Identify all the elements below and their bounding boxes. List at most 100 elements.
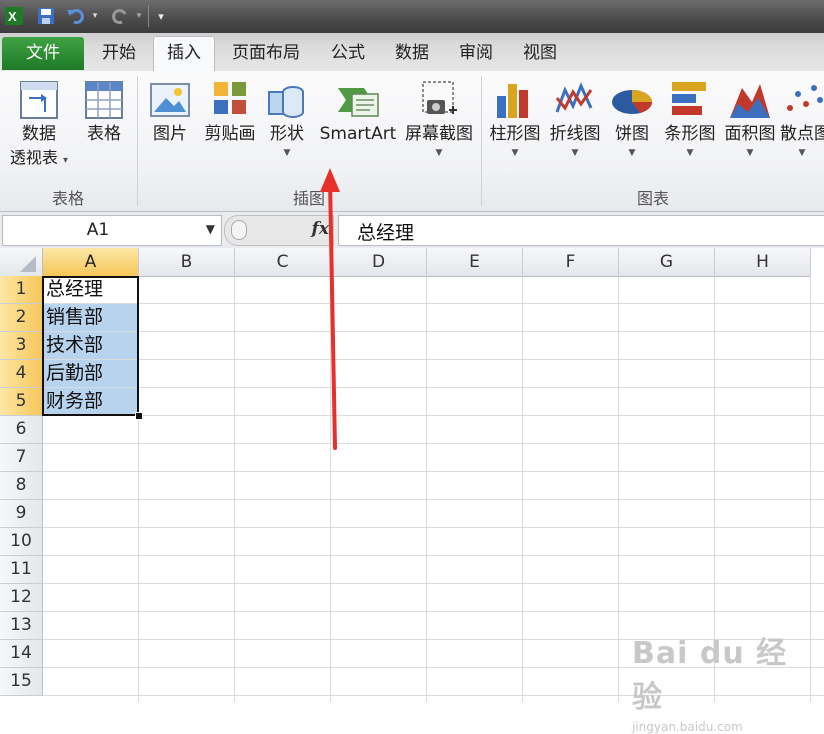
bar-chart-dropdown-icon: ▼: [686, 148, 694, 158]
area-chart-label: 面积图: [724, 124, 776, 144]
svg-text:X: X: [8, 9, 17, 24]
save-icon[interactable]: [34, 5, 58, 27]
line-chart-icon: [553, 78, 597, 122]
name-box-dropdown-icon[interactable]: ▼: [206, 222, 215, 236]
select-all-corner[interactable]: [0, 248, 43, 277]
qa-separator: [148, 5, 149, 27]
column-header-c[interactable]: C: [235, 248, 331, 277]
row-header-13[interactable]: 13: [0, 612, 43, 640]
grid-row-line: [43, 303, 824, 304]
grid-row-line: [43, 499, 824, 500]
row-header-4[interactable]: 4: [0, 360, 43, 388]
insert-function-icon[interactable]: fx: [312, 219, 329, 239]
pie-chart-button[interactable]: 饼图 ▼: [606, 78, 658, 160]
line-chart-label: 折线图: [549, 124, 601, 144]
bar-chart-button[interactable]: 条形图 ▼: [660, 78, 720, 160]
row-header-5[interactable]: 5: [0, 388, 43, 416]
line-chart-dropdown-icon: ▼: [571, 148, 579, 158]
tab-view[interactable]: 视图: [512, 37, 568, 70]
title-bar: X ▾ ▾ ▾: [0, 0, 824, 33]
grid-row-line: [43, 471, 824, 472]
grid-row-line: [43, 387, 824, 388]
customize-dropdown-icon[interactable]: ▾: [154, 5, 168, 27]
selection-border: [42, 276, 139, 416]
formula-content: 总经理: [357, 222, 415, 244]
smartart-button[interactable]: SmartArt: [316, 78, 400, 146]
grid-row-line: [43, 527, 824, 528]
row-header-11[interactable]: 11: [0, 556, 43, 584]
redo-dropdown-icon[interactable]: ▾: [134, 5, 144, 27]
formula-bar-handle[interactable]: [231, 220, 247, 240]
pie-chart-dropdown-icon: ▼: [628, 148, 636, 158]
pivot-table-icon: [17, 78, 61, 122]
undo-dropdown-icon[interactable]: ▾: [90, 5, 100, 27]
clipart-icon: [208, 78, 252, 122]
grid-row-line: [43, 555, 824, 556]
pivot-table-button[interactable]: 数据 透视表 ▾: [6, 78, 72, 173]
row-header-14[interactable]: 14: [0, 640, 43, 668]
name-box[interactable]: A1 ▼: [2, 215, 222, 246]
pie-chart-label: 饼图: [615, 124, 649, 144]
row-header-10[interactable]: 10: [0, 528, 43, 556]
scatter-chart-icon: [780, 78, 824, 122]
row-header-3[interactable]: 3: [0, 332, 43, 360]
row-header-12[interactable]: 12: [0, 584, 43, 612]
table-button[interactable]: 表格: [76, 78, 132, 146]
column-header-f[interactable]: F: [523, 248, 619, 277]
column-chart-button[interactable]: 柱形图 ▼: [484, 78, 546, 160]
screenshot-label: 屏幕截图: [405, 124, 473, 144]
grid-row-line: [43, 359, 824, 360]
grid-row-line: [43, 611, 824, 612]
scatter-chart-button[interactable]: 散点图 ▼: [780, 78, 824, 160]
picture-label: 图片: [153, 124, 187, 144]
fill-handle[interactable]: [135, 412, 143, 420]
column-header-e[interactable]: E: [427, 248, 523, 277]
formula-bar-controls: fx: [224, 215, 334, 246]
screenshot-button[interactable]: 屏幕截图 ▼: [402, 78, 476, 160]
row-header-8[interactable]: 8: [0, 472, 43, 500]
column-header-d[interactable]: D: [331, 248, 427, 277]
row-header-15[interactable]: 15: [0, 668, 43, 696]
tab-home[interactable]: 开始: [90, 37, 148, 70]
tab-page-layout[interactable]: 页面布局: [222, 37, 310, 70]
pie-chart-icon: [610, 78, 654, 122]
undo-icon[interactable]: [64, 5, 88, 27]
formula-input[interactable]: 总经理: [338, 215, 824, 246]
column-header-h[interactable]: H: [715, 248, 811, 277]
column-chart-dropdown-icon: ▼: [511, 148, 519, 158]
column-header-g[interactable]: G: [619, 248, 715, 277]
column-header-a[interactable]: A: [43, 248, 139, 277]
picture-button[interactable]: 图片: [144, 78, 196, 146]
shapes-dropdown-icon: ▼: [283, 148, 291, 158]
tab-formulas[interactable]: 公式: [320, 37, 376, 70]
bar-chart-icon: [668, 78, 712, 122]
screenshot-dropdown-icon: ▼: [435, 148, 443, 158]
tab-data[interactable]: 数据: [384, 37, 440, 70]
pivot-table-label-1: 数据: [22, 124, 56, 144]
smartart-label: SmartArt: [319, 124, 397, 144]
shapes-button[interactable]: 形状 ▼: [262, 78, 312, 160]
grid-row-line: [43, 415, 824, 416]
group-label-illustrations: 插图: [292, 189, 325, 208]
area-chart-button[interactable]: 面积图 ▼: [720, 78, 780, 160]
shapes-icon: [265, 78, 309, 122]
smartart-icon: [334, 78, 382, 122]
redo-icon[interactable]: [108, 5, 132, 27]
tab-insert[interactable]: 插入: [153, 36, 215, 73]
scatter-chart-dropdown-icon: ▼: [798, 148, 806, 158]
row-header-7[interactable]: 7: [0, 444, 43, 472]
row-header-2[interactable]: 2: [0, 304, 43, 332]
column-header-b[interactable]: B: [139, 248, 235, 277]
excel-logo[interactable]: X: [2, 5, 26, 27]
grid-row-line: [43, 331, 824, 332]
grid-row-line: [43, 443, 824, 444]
clipart-button[interactable]: 剪贴画: [200, 78, 260, 146]
row-header-6[interactable]: 6: [0, 416, 43, 444]
tab-file[interactable]: 文件: [2, 37, 84, 70]
row-header-9[interactable]: 9: [0, 500, 43, 528]
table-label: 表格: [87, 124, 121, 144]
tab-review[interactable]: 审阅: [448, 37, 504, 70]
line-chart-button[interactable]: 折线图 ▼: [546, 78, 604, 160]
row-header-1[interactable]: 1: [0, 276, 43, 304]
bar-chart-label: 条形图: [664, 124, 716, 144]
